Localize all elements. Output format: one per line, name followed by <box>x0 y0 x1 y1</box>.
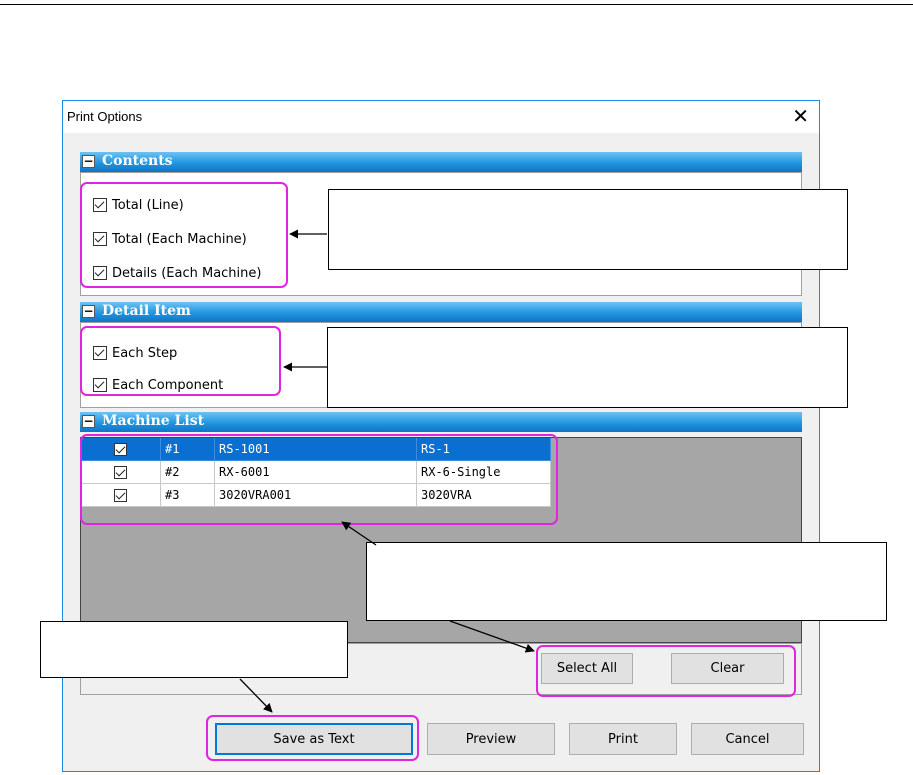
arrow-to-save <box>239 678 273 713</box>
annotation-arrows <box>239 229 535 713</box>
arrow-to-list <box>341 521 377 546</box>
arrow-to-list-buttons <box>449 620 535 653</box>
